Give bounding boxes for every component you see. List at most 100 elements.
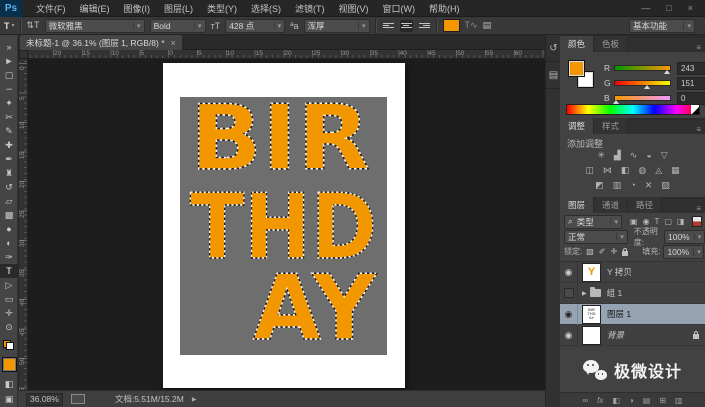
adjustment-icon[interactable]: ▽ xyxy=(661,150,668,161)
ruler-horizontal[interactable]: 2015105051015202530354045505560 xyxy=(28,50,545,59)
channel-slider[interactable] xyxy=(614,95,671,101)
adjustment-icon[interactable]: ▨ xyxy=(661,180,670,191)
new-group-icon[interactable]: ▤ xyxy=(643,396,651,405)
gray-rectangle[interactable]: BIR BIR THD THD AY AY xyxy=(180,97,387,355)
opacity-field[interactable]: 100% ▾ xyxy=(664,230,705,244)
blur-tool[interactable]: ● xyxy=(0,222,18,236)
history-panel-icon[interactable]: ↺ xyxy=(546,35,561,62)
status-menu-arrow-icon[interactable]: ▶ xyxy=(192,396,197,403)
default-colors-icon[interactable] xyxy=(3,340,14,350)
text-orientation-icon[interactable]: ⇅T xyxy=(27,20,40,31)
foreground-color-swatch[interactable] xyxy=(2,357,17,372)
tab-adjustments[interactable]: 调整 xyxy=(560,118,594,134)
panel-menu-icon[interactable]: ≡ xyxy=(696,204,705,213)
expand-arrow-icon[interactable]: ▶ xyxy=(582,290,587,297)
workspace-switcher[interactable]: 基本功能 ▾ xyxy=(629,19,695,33)
visibility-toggle[interactable]: ◉ xyxy=(560,325,578,346)
adjustment-icon[interactable]: ◬ xyxy=(655,165,662,176)
adjustment-icon[interactable]: ▥ xyxy=(613,180,622,191)
adjustment-icon[interactable]: ◩ xyxy=(595,180,604,191)
layer-style-icon[interactable]: fx xyxy=(597,396,603,405)
font-style-select[interactable]: Bold ▾ xyxy=(150,19,206,33)
menu-item[interactable]: 文件(F) xyxy=(30,0,72,17)
screen-mode-button[interactable]: ▣ xyxy=(0,392,18,406)
adjustment-icon[interactable]: ⋈ xyxy=(603,165,612,176)
tab-swatches[interactable]: 色板 xyxy=(594,36,628,52)
zoom-tool[interactable]: ⊙ xyxy=(0,320,18,334)
eraser-tool[interactable]: ▱ xyxy=(0,194,18,208)
lock-icon[interactable]: ✛ xyxy=(611,247,618,256)
lasso-tool[interactable]: ∽ xyxy=(0,82,18,96)
menu-item[interactable]: 编辑(E) xyxy=(74,0,116,17)
lock-all-icon[interactable] xyxy=(622,251,628,256)
panel-menu-icon[interactable]: ≡ xyxy=(696,125,705,134)
layer-row[interactable]: ▶组 1 xyxy=(560,283,705,304)
close-button[interactable]: × xyxy=(688,3,693,13)
filter-toggle-switch[interactable] xyxy=(692,216,702,227)
tab-layers[interactable]: 图层 xyxy=(560,197,594,213)
visibility-toggle[interactable]: ◉ xyxy=(560,262,578,283)
eyedropper-tool[interactable]: ✎ xyxy=(0,124,18,138)
quick-selection-tool[interactable]: ✦ xyxy=(0,96,18,110)
move-tool[interactable]: ► xyxy=(0,54,18,68)
filter-kind-icon[interactable]: ◨ xyxy=(677,217,685,226)
menu-item[interactable]: 视图(V) xyxy=(333,0,375,17)
history-brush-tool[interactable]: ↺ xyxy=(0,180,18,194)
adjustment-icon[interactable]: ◍ xyxy=(638,165,646,176)
panel-menu-icon[interactable]: ≡ xyxy=(696,43,705,52)
layer-thumbnail[interactable] xyxy=(582,326,601,345)
collapse-tools[interactable]: » xyxy=(0,40,18,54)
fill-field[interactable]: 100% ▾ xyxy=(663,245,704,259)
link-layers-icon[interactable]: ∞ xyxy=(582,396,588,405)
new-layer-icon[interactable]: ⊞ xyxy=(659,396,666,405)
brush-tool[interactable]: ✒ xyxy=(0,152,18,166)
tab-channels[interactable]: 通道 xyxy=(594,197,628,213)
layer-row[interactable]: ◉背景 xyxy=(560,325,705,346)
font-size-select[interactable]: 428 点 ▾ xyxy=(225,19,285,33)
adjustment-icon[interactable]: ◔ xyxy=(630,180,635,191)
layer-row[interactable]: ◉YY 拷贝 xyxy=(560,262,705,283)
adjustment-icon[interactable]: ◫ xyxy=(585,165,594,176)
align-left-button[interactable] xyxy=(382,20,395,32)
channel-slider[interactable] xyxy=(614,65,671,71)
properties-panel-icon[interactable]: ▤ xyxy=(546,62,561,89)
quick-mask-button[interactable]: ◧ xyxy=(0,377,18,391)
menu-item[interactable]: 图层(L) xyxy=(158,0,199,17)
close-tab-icon[interactable]: × xyxy=(171,38,176,48)
lock-icon[interactable]: ▨ xyxy=(586,247,594,256)
menu-item[interactable]: 帮助(H) xyxy=(423,0,466,17)
zoom-level-field[interactable]: 36.08% xyxy=(26,393,63,406)
adjustment-icon[interactable]: ✳ xyxy=(597,150,605,161)
layer-mask-icon[interactable]: ◧ xyxy=(612,396,620,405)
menu-item[interactable]: 图像(I) xyxy=(118,0,157,17)
visibility-toggle[interactable]: ◉ xyxy=(560,304,578,325)
menu-item[interactable]: 滤镜(T) xyxy=(289,0,331,17)
blend-mode-select[interactable]: 正常 ▾ xyxy=(564,230,628,244)
toggle-panels-icon[interactable]: ▤ xyxy=(483,20,492,31)
adjustment-icon[interactable]: ∿ xyxy=(630,150,638,161)
adjustment-icon[interactable]: ▟ xyxy=(614,150,621,161)
healing-brush-tool[interactable]: ✚ xyxy=(0,138,18,152)
tab-styles[interactable]: 样式 xyxy=(594,118,628,134)
layer-thumbnail[interactable]: BIR THD AY xyxy=(582,305,601,324)
menu-item[interactable]: 类型(Y) xyxy=(201,0,243,17)
align-right-button[interactable] xyxy=(418,20,431,32)
clone-stamp-tool[interactable]: ♜ xyxy=(0,166,18,180)
filter-kind-icon[interactable]: ▢ xyxy=(664,217,672,226)
type-tool[interactable]: T xyxy=(0,264,18,278)
adjustment-icon[interactable]: ▦ xyxy=(671,165,680,176)
hand-tool[interactable]: ✛ xyxy=(0,306,18,320)
tab-color[interactable]: 颜色 xyxy=(560,36,594,52)
adjustment-icon[interactable]: ◧ xyxy=(621,165,630,176)
adjustment-layer-icon[interactable]: ◑ xyxy=(629,396,634,405)
spectrum-end-cap[interactable] xyxy=(691,105,699,114)
maximize-button[interactable]: □ xyxy=(666,3,671,13)
slider-thumb[interactable] xyxy=(664,70,670,74)
dodge-tool[interactable]: ◐ xyxy=(0,236,18,250)
layer-row[interactable]: ◉BIR THD AY图层 1 xyxy=(560,304,705,325)
tab-paths[interactable]: 路径 xyxy=(628,197,662,213)
anti-alias-select[interactable]: 浑厚 ▾ xyxy=(304,19,370,33)
ruler-origin-box[interactable] xyxy=(19,50,28,59)
crop-tool[interactable]: ✂ xyxy=(0,110,18,124)
visibility-toggle[interactable] xyxy=(560,283,578,304)
